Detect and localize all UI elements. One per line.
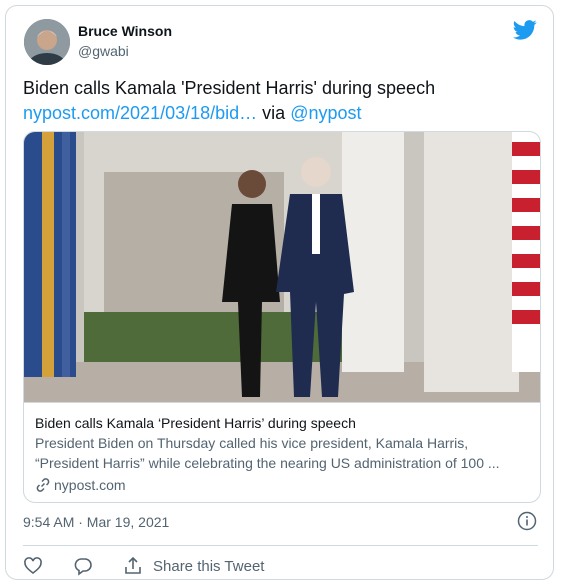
author-name[interactable]: Bruce Winson: [78, 23, 172, 39]
preview-title: Biden calls Kamala ‘President Harris’ du…: [35, 415, 356, 431]
twitter-bird-icon[interactable]: [513, 20, 537, 40]
action-bar: Share this Tweet: [23, 551, 294, 581]
divider: [23, 545, 538, 546]
like-button[interactable]: [23, 556, 43, 576]
preview-domain: nypost.com: [54, 477, 126, 493]
share-icon: [125, 556, 141, 574]
author-handle[interactable]: @gwabi: [78, 43, 129, 59]
tweet-timestamp[interactable]: 9:54 AM · Mar 19, 2021: [23, 514, 169, 530]
avatar[interactable]: [24, 19, 70, 65]
mention-link[interactable]: @nypost: [290, 103, 361, 123]
preview-photo[interactable]: [24, 132, 540, 402]
reply-button[interactable]: [73, 556, 93, 576]
link-icon: [36, 478, 50, 492]
tweet-body: Biden calls Kamala 'President Harris' du…: [23, 78, 436, 98]
link-preview-card[interactable]: Biden calls Kamala ‘President Harris’ du…: [23, 131, 541, 503]
tweet-link[interactable]: nypost.com/2021/03/18/bid…: [23, 103, 257, 123]
preview-text[interactable]: Biden calls Kamala ‘President Harris’ du…: [24, 402, 540, 502]
heart-icon: [24, 557, 42, 575]
preview-domain-row: nypost.com: [35, 475, 528, 495]
info-icon[interactable]: [517, 511, 537, 531]
reply-icon: [74, 558, 92, 576]
share-label: Share this Tweet: [153, 557, 265, 575]
preview-description: President Biden on Thursday called his v…: [35, 435, 500, 471]
via-text: via: [262, 103, 286, 123]
tweet-card[interactable]: Bruce Winson @gwabi Biden calls Kamala '…: [5, 5, 554, 580]
share-button[interactable]: Share this Tweet: [123, 556, 264, 576]
tweet-text: Biden calls Kamala 'President Harris' du…: [23, 76, 543, 126]
